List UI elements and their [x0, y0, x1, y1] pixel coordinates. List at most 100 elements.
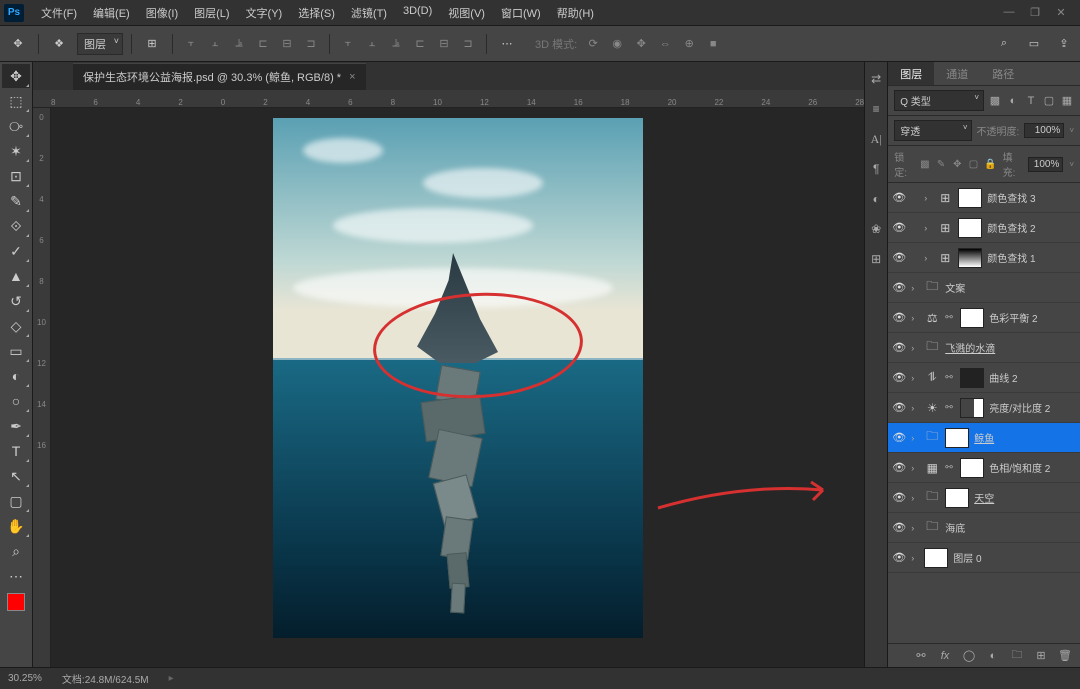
- layer-row[interactable]: 👁›⊞颜色查找 2: [888, 213, 1080, 243]
- color-swatches[interactable]: [7, 593, 25, 611]
- align-right-icon[interactable]: ⊐: [301, 34, 321, 54]
- blur-tool[interactable]: ◐: [2, 364, 30, 388]
- menu-help[interactable]: 帮助(H): [550, 2, 601, 24]
- close-button[interactable]: ✕: [1054, 6, 1068, 19]
- layer-row[interactable]: 👁›🗀海底: [888, 513, 1080, 543]
- layer-row[interactable]: 👁›⥮⚯曲线 2: [888, 363, 1080, 393]
- layer-name[interactable]: 海底: [945, 520, 1076, 535]
- mask-icon[interactable]: ◯: [962, 649, 976, 663]
- auto-select-icon[interactable]: ❖: [47, 32, 71, 56]
- menu-window[interactable]: 窗口(W): [494, 2, 548, 24]
- filter-smart-icon[interactable]: ▦: [1060, 94, 1074, 108]
- align-hcenter-icon[interactable]: ⊟: [277, 34, 297, 54]
- menu-file[interactable]: 文件(F): [34, 2, 84, 24]
- visibility-icon[interactable]: 👁: [892, 251, 906, 264]
- properties-icon[interactable]: ≡: [867, 100, 885, 118]
- hand-tool[interactable]: ✋: [2, 514, 30, 538]
- expand-icon[interactable]: ›: [911, 433, 919, 443]
- menu-3d[interactable]: 3D(D): [396, 2, 439, 24]
- visibility-icon[interactable]: 👁: [892, 221, 906, 234]
- pan-icon[interactable]: ✥: [631, 34, 651, 54]
- ruler-horizontal[interactable]: 86420246810121416182022242628: [33, 90, 864, 108]
- layer-row[interactable]: 👁›☀⚯亮度/对比度 2: [888, 393, 1080, 423]
- menu-edit[interactable]: 编辑(E): [86, 2, 137, 24]
- slide-icon[interactable]: ⇔: [655, 34, 675, 54]
- visibility-icon[interactable]: 👁: [892, 551, 906, 564]
- layer-row[interactable]: 👁 › 图层 0: [888, 543, 1080, 573]
- lock-pos-icon[interactable]: ✎: [936, 158, 946, 170]
- layer-row[interactable]: 👁›⊞颜色查找 1: [888, 243, 1080, 273]
- eyedropper-tool[interactable]: ✎: [2, 189, 30, 213]
- new-layer-icon[interactable]: ⊞: [1034, 649, 1048, 663]
- marquee-tool[interactable]: ⬚: [2, 89, 30, 113]
- styles-icon[interactable]: ❀: [867, 220, 885, 238]
- expand-icon[interactable]: ›: [911, 553, 919, 563]
- canvas-area[interactable]: [33, 108, 864, 638]
- layer-row[interactable]: 👁›🗀天空: [888, 483, 1080, 513]
- layer-name[interactable]: 图层 0: [953, 550, 1076, 565]
- canvas[interactable]: [273, 118, 643, 638]
- lock-artboard-icon[interactable]: ▢: [968, 158, 978, 170]
- mask-thumb[interactable]: [960, 458, 984, 478]
- camera-icon[interactable]: ■: [703, 34, 723, 54]
- fx-icon[interactable]: fx: [938, 649, 952, 663]
- layer-name[interactable]: 颜色查找 1: [987, 250, 1076, 265]
- brush-tool[interactable]: ✓: [2, 239, 30, 263]
- menu-filter[interactable]: 滤镜(T): [344, 2, 394, 24]
- blend-mode-dropdown[interactable]: 穿透: [894, 120, 971, 141]
- visibility-icon[interactable]: 👁: [892, 491, 906, 504]
- layers-list[interactable]: 👁›⊞颜色查找 3👁›⊞颜色查找 2👁›⊞颜色查找 1👁›🗀文案👁›⚖⚯色彩平衡…: [888, 183, 1080, 643]
- delete-layer-icon[interactable]: 🗑: [1058, 649, 1072, 663]
- minimize-button[interactable]: —: [1002, 6, 1016, 19]
- layer-thumb[interactable]: [924, 548, 948, 568]
- history-icon[interactable]: ⇄: [867, 70, 885, 88]
- layer-row[interactable]: 👁›🗀文案: [888, 273, 1080, 303]
- layer-name[interactable]: 色彩平衡 2: [989, 310, 1076, 325]
- menu-select[interactable]: 选择(S): [291, 2, 342, 24]
- stamp-tool[interactable]: ▲: [2, 264, 30, 288]
- workspace-icon[interactable]: ▭: [1024, 34, 1044, 54]
- expand-icon[interactable]: ›: [911, 343, 919, 353]
- dist-vcenter-icon[interactable]: ⫠: [362, 34, 382, 54]
- dist-left-icon[interactable]: ⊏: [410, 34, 430, 54]
- layer-row[interactable]: 👁›⚖⚯色彩平衡 2: [888, 303, 1080, 333]
- filter-kind-dropdown[interactable]: Q 类型: [894, 90, 984, 111]
- opacity-value[interactable]: 100%: [1024, 123, 1064, 138]
- align-left-icon[interactable]: ⊏: [253, 34, 273, 54]
- crop-tool[interactable]: ⊡: [2, 164, 30, 188]
- toolbar-more[interactable]: ⋯: [2, 564, 30, 588]
- align-top-icon[interactable]: ⫟: [181, 34, 201, 54]
- mask-thumb[interactable]: [960, 308, 984, 328]
- roll-icon[interactable]: ◉: [607, 34, 627, 54]
- layer-name[interactable]: 曲线 2: [989, 370, 1076, 385]
- adjustments-icon[interactable]: ◐: [867, 190, 885, 208]
- mask-thumb[interactable]: [960, 398, 984, 418]
- layer-name[interactable]: 飞溅的水滴: [945, 340, 1076, 355]
- swatches-icon[interactable]: ⊞: [867, 250, 885, 268]
- mask-thumb[interactable]: [958, 188, 982, 208]
- align-vcenter-icon[interactable]: ⫠: [205, 34, 225, 54]
- filter-shape-icon[interactable]: ▢: [1042, 94, 1056, 108]
- magic-wand-tool[interactable]: ✶: [2, 139, 30, 163]
- overflow-icon[interactable]: ⋯: [495, 32, 519, 56]
- filter-adj-icon[interactable]: ◐: [1006, 94, 1020, 108]
- orbit-icon[interactable]: ⟳: [583, 34, 603, 54]
- mask-thumb[interactable]: [945, 428, 969, 448]
- fill-value[interactable]: 100%: [1028, 157, 1063, 172]
- tab-close-icon[interactable]: ×: [349, 71, 355, 83]
- link-layers-icon[interactable]: ⚯: [914, 649, 928, 663]
- group-icon[interactable]: 🗀: [1010, 649, 1024, 663]
- visibility-icon[interactable]: 👁: [892, 311, 906, 324]
- shape-tool[interactable]: ▢: [2, 489, 30, 513]
- align-bottom-icon[interactable]: ⫡: [229, 34, 249, 54]
- mask-thumb[interactable]: [958, 218, 982, 238]
- layer-name[interactable]: 色相/饱和度 2: [989, 460, 1076, 475]
- zoom3d-icon[interactable]: ⊕: [679, 34, 699, 54]
- visibility-icon[interactable]: 👁: [892, 431, 906, 444]
- layer-row[interactable]: 👁›🗀飞溅的水滴: [888, 333, 1080, 363]
- visibility-icon[interactable]: 👁: [892, 371, 906, 384]
- lock-all-icon[interactable]: 🔒: [985, 158, 997, 170]
- doc-size[interactable]: 文档:24.8M/624.5M: [62, 671, 149, 686]
- layer-name[interactable]: 亮度/对比度 2: [989, 400, 1076, 415]
- tab-channels[interactable]: 通道: [934, 62, 980, 85]
